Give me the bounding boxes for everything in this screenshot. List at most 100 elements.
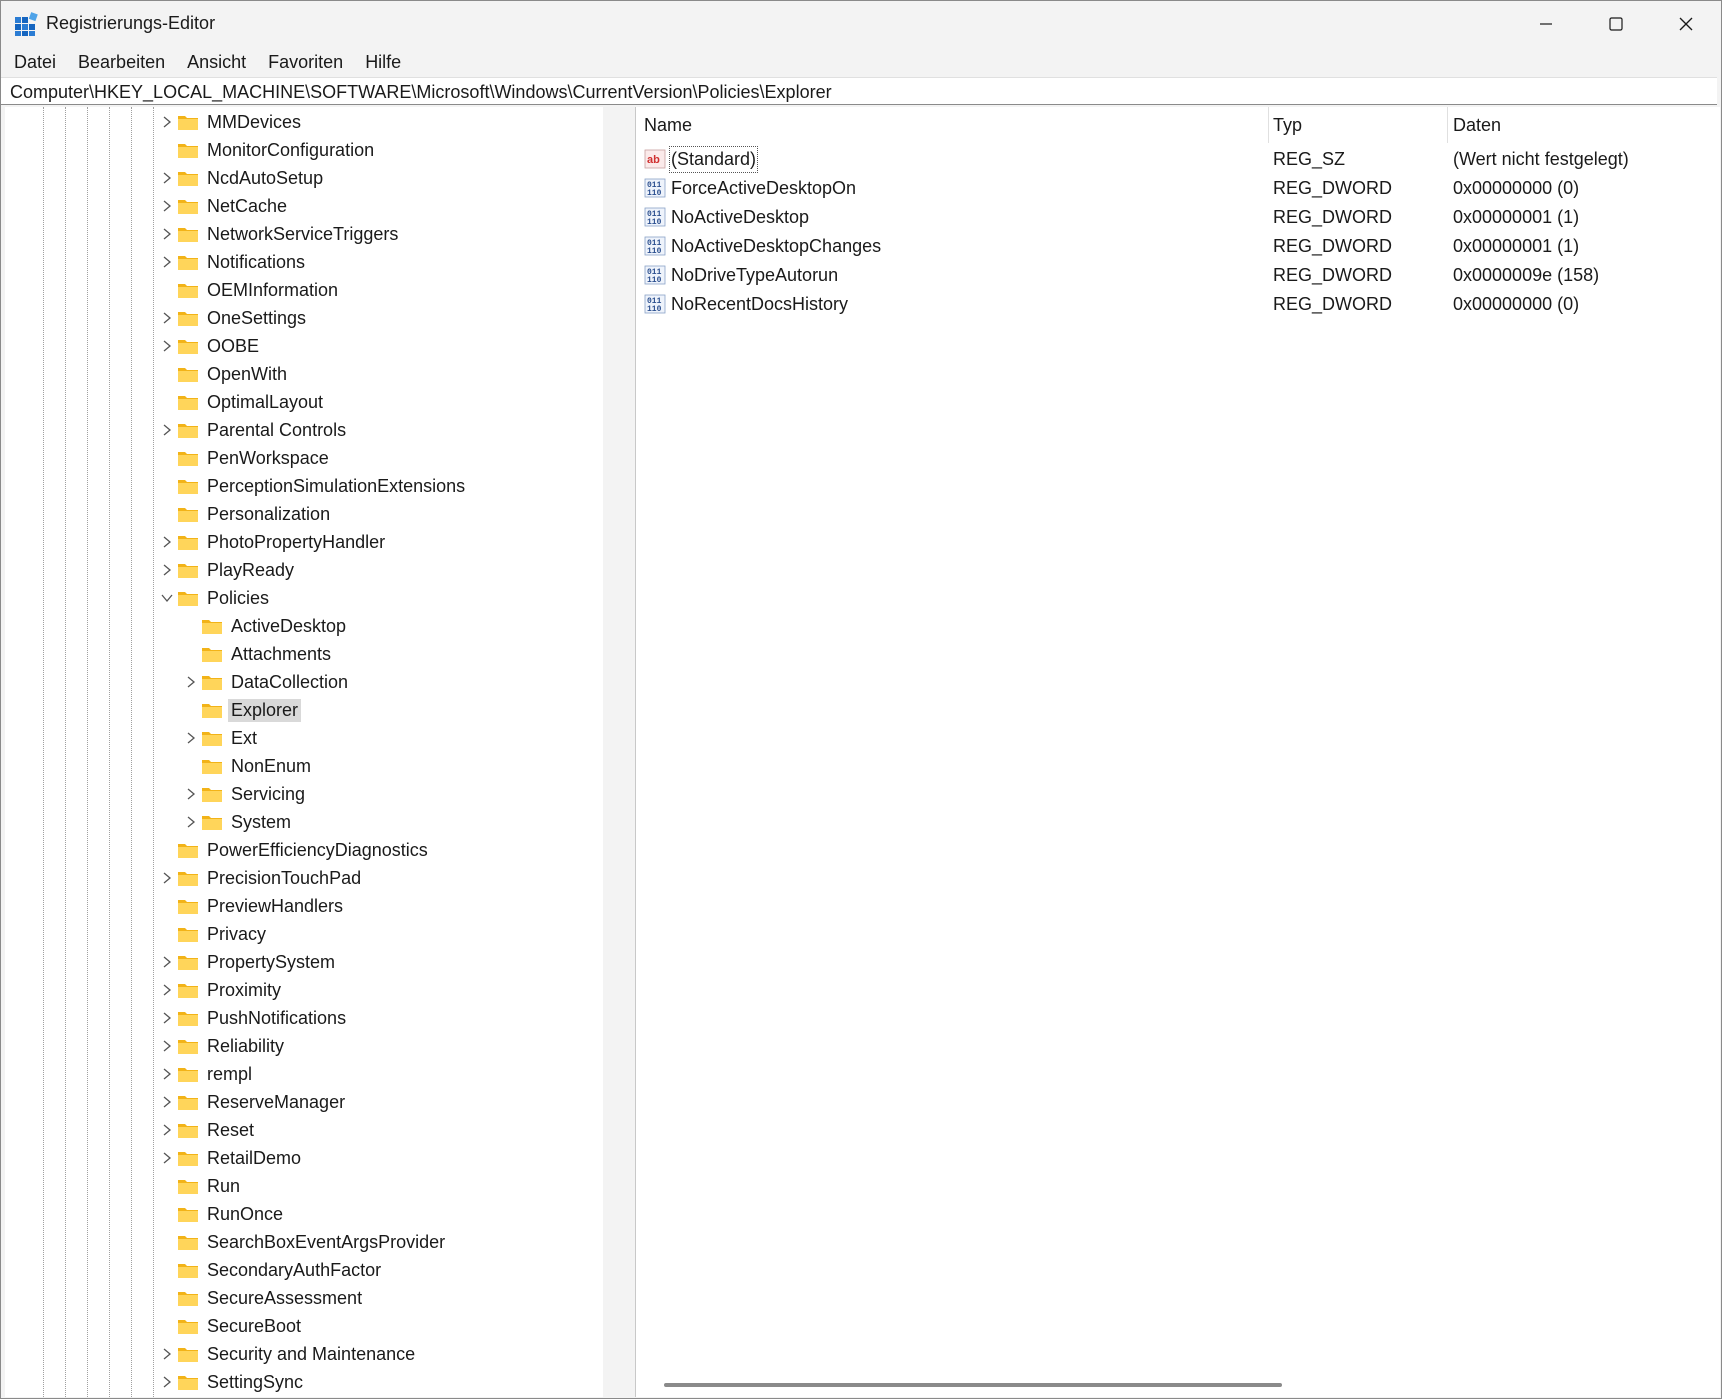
tree-item[interactable]: Run [159, 1173, 243, 1199]
tree-item[interactable]: System [183, 809, 294, 835]
chevron-right-icon[interactable] [159, 1094, 175, 1110]
list-horizontal-scrollbar-thumb[interactable] [664, 1383, 1282, 1387]
tree-item[interactable]: PowerEfficiencyDiagnostics [159, 837, 431, 863]
tree-item[interactable]: Personalization [159, 501, 333, 527]
value-row[interactable]: 011 110 ForceActiveDesktopOn REG_DWORD 0x000… [636, 174, 1720, 203]
tree-item[interactable]: Proximity [159, 977, 284, 1003]
tree-item[interactable]: SecondaryAuthFactor [159, 1257, 384, 1283]
tree-item[interactable]: NcdAutoSetup [159, 165, 326, 191]
chevron-right-icon[interactable] [159, 1066, 175, 1082]
chevron-right-icon[interactable] [159, 1150, 175, 1166]
tree-item[interactable]: NetCache [159, 193, 290, 219]
value-row[interactable]: 011 110 NoActiveDesktop REG_DWORD 0x00000001… [636, 203, 1720, 232]
chevron-down-icon[interactable] [159, 590, 175, 606]
tree-item[interactable]: RetailDemo [159, 1145, 304, 1171]
tree-item[interactable]: Servicing [183, 781, 308, 807]
chevron-right-icon[interactable] [159, 1346, 175, 1362]
tree-item[interactable]: SearchBoxEventArgsProvider [159, 1229, 448, 1255]
tree-item[interactable]: PhotoPropertyHandler [159, 529, 388, 555]
menu-hilfe[interactable]: Hilfe [354, 47, 412, 77]
tree-item[interactable]: PerceptionSimulationExtensions [159, 473, 468, 499]
tree-item[interactable]: SecureAssessment [159, 1285, 365, 1311]
chevron-right-icon[interactable] [159, 562, 175, 578]
tree-item[interactable]: Parental Controls [159, 417, 349, 443]
chevron-right-icon[interactable] [159, 198, 175, 214]
chevron-right-icon[interactable] [183, 814, 199, 830]
column-separator[interactable] [1268, 107, 1269, 143]
chevron-right-icon[interactable] [183, 786, 199, 802]
tree-item-label: Reset [207, 1119, 255, 1140]
tree-item[interactable]: PenWorkspace [159, 445, 332, 471]
tree-item[interactable]: Ext [183, 725, 260, 751]
column-header-type[interactable]: Typ [1273, 107, 1302, 143]
tree-item[interactable]: OptimalLayout [159, 389, 326, 415]
tree-item[interactable]: Security and Maintenance [159, 1341, 418, 1367]
tree-item[interactable]: OOBE [159, 333, 262, 359]
tree-item[interactable]: Policies [159, 585, 272, 611]
chevron-right-icon[interactable] [159, 338, 175, 354]
tree-item[interactable]: PlayReady [159, 557, 297, 583]
menu-ansicht[interactable]: Ansicht [176, 47, 257, 77]
tree-item[interactable]: SecureBoot [159, 1313, 304, 1339]
tree-item[interactable]: Explorer [183, 697, 302, 723]
column-header-data[interactable]: Daten [1453, 107, 1501, 143]
tree-item[interactable]: PrecisionTouchPad [159, 865, 364, 891]
tree-item[interactable]: Notifications [159, 249, 308, 275]
chevron-right-icon[interactable] [159, 1374, 175, 1390]
chevron-right-icon[interactable] [183, 730, 199, 746]
tree-item[interactable]: Reset [159, 1117, 257, 1143]
tree-item[interactable]: DataCollection [183, 669, 351, 695]
tree-item[interactable]: PushNotifications [159, 1005, 349, 1031]
tree-item[interactable]: MMDevices [159, 109, 304, 135]
tree-item[interactable]: OpenWith [159, 361, 290, 387]
value-row[interactable]: ab (Standard) REG_SZ (Wert nicht festgelegt… [636, 145, 1720, 174]
value-row[interactable]: 011 110 NoDriveTypeAutorun REG_DWORD 0x00000… [636, 261, 1720, 290]
tree-item[interactable]: MonitorConfiguration [159, 137, 377, 163]
address-bar[interactable]: Computer\HKEY_LOCAL_MACHINE\SOFTWARE\Mic… [1, 77, 1717, 105]
close-button[interactable] [1651, 1, 1721, 47]
value-row[interactable]: 011 110 NoActiveDesktopChanges REG_DWORD 0x0… [636, 232, 1720, 261]
chevron-right-icon[interactable] [159, 114, 175, 130]
value-data: 0x00000001 (1) [1453, 236, 1580, 256]
chevron-right-icon[interactable] [159, 954, 175, 970]
tree-item[interactable]: rempl [159, 1061, 255, 1087]
tree-item[interactable]: Attachments [183, 641, 334, 667]
tree-item[interactable]: RunOnce [159, 1201, 286, 1227]
minimize-button[interactable] [1511, 1, 1581, 47]
tree-item[interactable]: ActiveDesktop [183, 613, 349, 639]
chevron-right-icon[interactable] [159, 870, 175, 886]
folder-icon [201, 729, 223, 747]
values-list-pane[interactable]: Name Typ Daten ab (Standard) REG_SZ (Wert n… [635, 107, 1720, 1397]
chevron-right-icon[interactable] [159, 254, 175, 270]
chevron-right-icon[interactable] [159, 310, 175, 326]
tree-item[interactable]: Reliability [159, 1033, 287, 1059]
column-header-name[interactable]: Name [644, 107, 692, 143]
chevron-right-icon[interactable] [159, 226, 175, 242]
pane-splitter[interactable] [603, 107, 635, 1397]
chevron-right-icon[interactable] [159, 1122, 175, 1138]
menu-datei[interactable]: Datei [1, 47, 67, 77]
chevron-right-icon[interactable] [159, 534, 175, 550]
title-bar[interactable]: Registrierungs-Editor [1, 1, 1721, 47]
tree-item[interactable]: PreviewHandlers [159, 893, 346, 919]
tree-item[interactable]: OneSettings [159, 305, 309, 331]
tree-item[interactable]: NonEnum [183, 753, 314, 779]
chevron-right-icon[interactable] [183, 674, 199, 690]
tree-item[interactable]: SettingSync [159, 1369, 306, 1395]
tree-item[interactable]: ReserveManager [159, 1089, 348, 1115]
chevron-right-icon[interactable] [159, 170, 175, 186]
value-row[interactable]: 011 110 NoRecentDocsHistory REG_DWORD 0x0000… [636, 290, 1720, 319]
menu-favoriten[interactable]: Favoriten [257, 47, 354, 77]
tree-item[interactable]: NetworkServiceTriggers [159, 221, 401, 247]
chevron-right-icon[interactable] [159, 1038, 175, 1054]
tree-item[interactable]: Privacy [159, 921, 269, 947]
menu-bearbeiten[interactable]: Bearbeiten [67, 47, 176, 77]
tree-item[interactable]: PropertySystem [159, 949, 338, 975]
chevron-right-icon[interactable] [159, 982, 175, 998]
maximize-button[interactable] [1581, 1, 1651, 47]
chevron-right-icon[interactable] [159, 422, 175, 438]
chevron-right-icon[interactable] [159, 1010, 175, 1026]
column-separator[interactable] [1447, 107, 1448, 143]
key-tree-pane[interactable]: MMDevices MonitorConfiguration NcdAutoSetu… [5, 107, 604, 1397]
tree-item[interactable]: OEMInformation [159, 277, 341, 303]
